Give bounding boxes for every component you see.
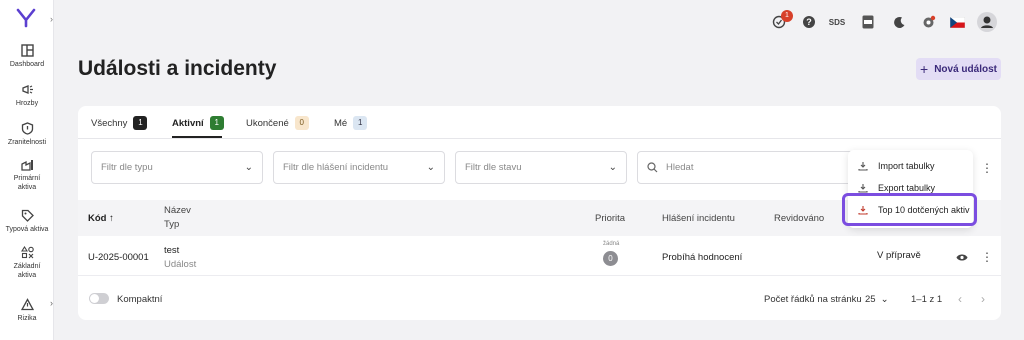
sidebar-item-label: Typová aktiva [5, 226, 49, 233]
rows-per-page-select[interactable]: 25 ⌄ [865, 294, 889, 305]
tab-count: 1 [353, 116, 368, 130]
cell-state: V přípravě [877, 250, 921, 261]
cell-report: Probíhá hodnocení [662, 252, 743, 263]
column-header-priority[interactable]: Priorita [595, 213, 625, 224]
chevron-down-icon: ⌄ [426, 162, 435, 173]
sidebar-expand-rizika-icon[interactable]: › [50, 298, 53, 308]
filter-placeholder: Filtr dle typu [101, 162, 153, 173]
sidebar-item-label: Rizika [17, 315, 37, 322]
cell-type: Událost [164, 259, 197, 270]
chevron-down-icon: ⌄ [880, 294, 889, 305]
plus-icon: + [920, 61, 929, 77]
new-event-label: Nová událost [934, 63, 997, 75]
column-header-type[interactable]: Typ [164, 219, 179, 230]
tab-label: Mé [334, 117, 348, 129]
filter-placeholder: Filtr dle stavu [465, 162, 522, 173]
sidebar-item-typova-aktiva[interactable]: Typová aktiva [0, 209, 54, 234]
table-row[interactable]: U-2025-00001 test Událost žádná 0 Probíh… [78, 236, 1001, 276]
rows-per-page-value: 25 [865, 294, 876, 305]
dark-mode-icon[interactable] [891, 13, 907, 31]
settings-icon[interactable] [920, 13, 936, 31]
pagination-range: 1–1 z 1 [911, 294, 943, 305]
sidebar-item-rizika[interactable]: Rizika [0, 298, 54, 323]
chevron-down-icon: ⌄ [608, 162, 617, 173]
tab-label: Všechny [91, 117, 128, 129]
pdf-icon[interactable] [861, 13, 875, 31]
column-header-name[interactable]: Název [164, 205, 191, 216]
sidebar-item-label: Primární aktiva [13, 175, 41, 191]
rows-per-page-label: Počet řádků na stránku [764, 294, 862, 305]
sidebar-item-zakladni-aktiva[interactable]: Základní aktiva [0, 246, 54, 280]
download-icon [848, 183, 878, 193]
app-logo[interactable] [16, 8, 36, 28]
active-tab-indicator [172, 136, 222, 138]
user-avatar-icon[interactable] [976, 12, 998, 32]
sds-button[interactable]: SDS [828, 13, 846, 31]
tab-vsechny[interactable]: Všechny 1 [91, 116, 148, 130]
warning-icon [20, 298, 34, 311]
menu-item-import[interactable]: Import tabulky [848, 155, 973, 177]
filter-placeholder: Filtr dle hlášení incidentu [283, 162, 389, 173]
priority-badge: 0 [603, 251, 618, 266]
sort-arrow-up-icon: ↑ [109, 213, 114, 224]
tab-count: 0 [294, 116, 309, 130]
compact-label: Kompaktní [117, 294, 163, 305]
highlight-outline [842, 193, 977, 226]
tab-ukoncene[interactable]: Ukončené 0 [246, 116, 309, 130]
cell-name: test [164, 245, 180, 256]
row-actions-icon[interactable]: ⋮ [981, 251, 993, 263]
download-icon [848, 161, 878, 171]
dashboard-icon [20, 44, 34, 57]
factory-icon [20, 160, 33, 171]
column-header-reviewed[interactable]: Revidováno [774, 213, 824, 224]
sidebar: › Dashboard Hrozby Zranitelnosti Primárn… [0, 0, 54, 340]
filter-type-select[interactable]: Filtr dle typu ⌄ [91, 151, 263, 184]
tab-count: 1 [209, 116, 224, 130]
column-header-report[interactable]: Hlášení incidentu [662, 213, 735, 224]
czech-flag-icon[interactable] [949, 13, 965, 31]
chevron-down-icon: ⌄ [244, 162, 253, 173]
new-event-button[interactable]: + Nová událost [916, 58, 1001, 80]
compact-toggle[interactable] [89, 293, 109, 304]
cell-code: U-2025-00001 [88, 252, 149, 263]
sidebar-item-label: Hrozby [15, 100, 39, 107]
tag-icon [21, 209, 34, 222]
svg-text:?: ? [806, 17, 812, 27]
page-title: Události a incidenty [78, 57, 277, 80]
sidebar-item-dashboard[interactable]: Dashboard [0, 44, 54, 69]
sidebar-item-label: Základní aktiva [13, 263, 41, 279]
shapes-icon [20, 246, 34, 259]
next-page-icon[interactable]: › [981, 292, 985, 306]
more-options-icon[interactable]: ⋮ [981, 162, 993, 174]
filter-report-select[interactable]: Filtr dle hlášení incidentu ⌄ [273, 151, 445, 184]
sidebar-item-hrozby[interactable]: Hrozby [0, 83, 54, 108]
sidebar-item-zranitelnosti[interactable]: Zranitelnosti [0, 122, 54, 147]
tasks-badge: 1 [781, 10, 793, 22]
menu-item-label: Export tabulky [878, 183, 936, 193]
megaphone-icon [21, 85, 33, 94]
search-icon [647, 162, 658, 173]
column-header-code[interactable]: Kód ↑ [88, 213, 114, 224]
tab-me[interactable]: Mé 1 [334, 116, 368, 130]
eye-icon[interactable] [956, 253, 968, 262]
column-label: Kód [88, 213, 107, 224]
sidebar-item-label: Zranitelnosti [7, 139, 47, 146]
tab-label: Aktivní [172, 117, 204, 129]
help-icon[interactable]: ? [801, 13, 817, 31]
filter-state-select[interactable]: Filtr dle stavu ⌄ [455, 151, 627, 184]
shield-icon [21, 122, 33, 135]
tab-aktivni[interactable]: Aktivní 1 [172, 116, 224, 130]
tab-label: Ukončené [246, 117, 289, 129]
priority-label: žádná [603, 241, 620, 247]
search-placeholder: Hledat [666, 162, 694, 173]
sidebar-item-primarni-aktiva[interactable]: Primární aktiva [0, 158, 54, 192]
sidebar-item-label: Dashboard [9, 61, 45, 68]
tab-count: 1 [133, 116, 148, 130]
prev-page-icon[interactable]: ‹ [958, 292, 962, 306]
sidebar-collapse-icon[interactable]: › [50, 14, 53, 24]
tab-bar: Všechny 1 Aktivní 1 Ukončené 0 Mé 1 [78, 106, 1001, 139]
search-input[interactable]: Hledat [637, 151, 857, 184]
menu-item-label: Import tabulky [878, 161, 935, 171]
